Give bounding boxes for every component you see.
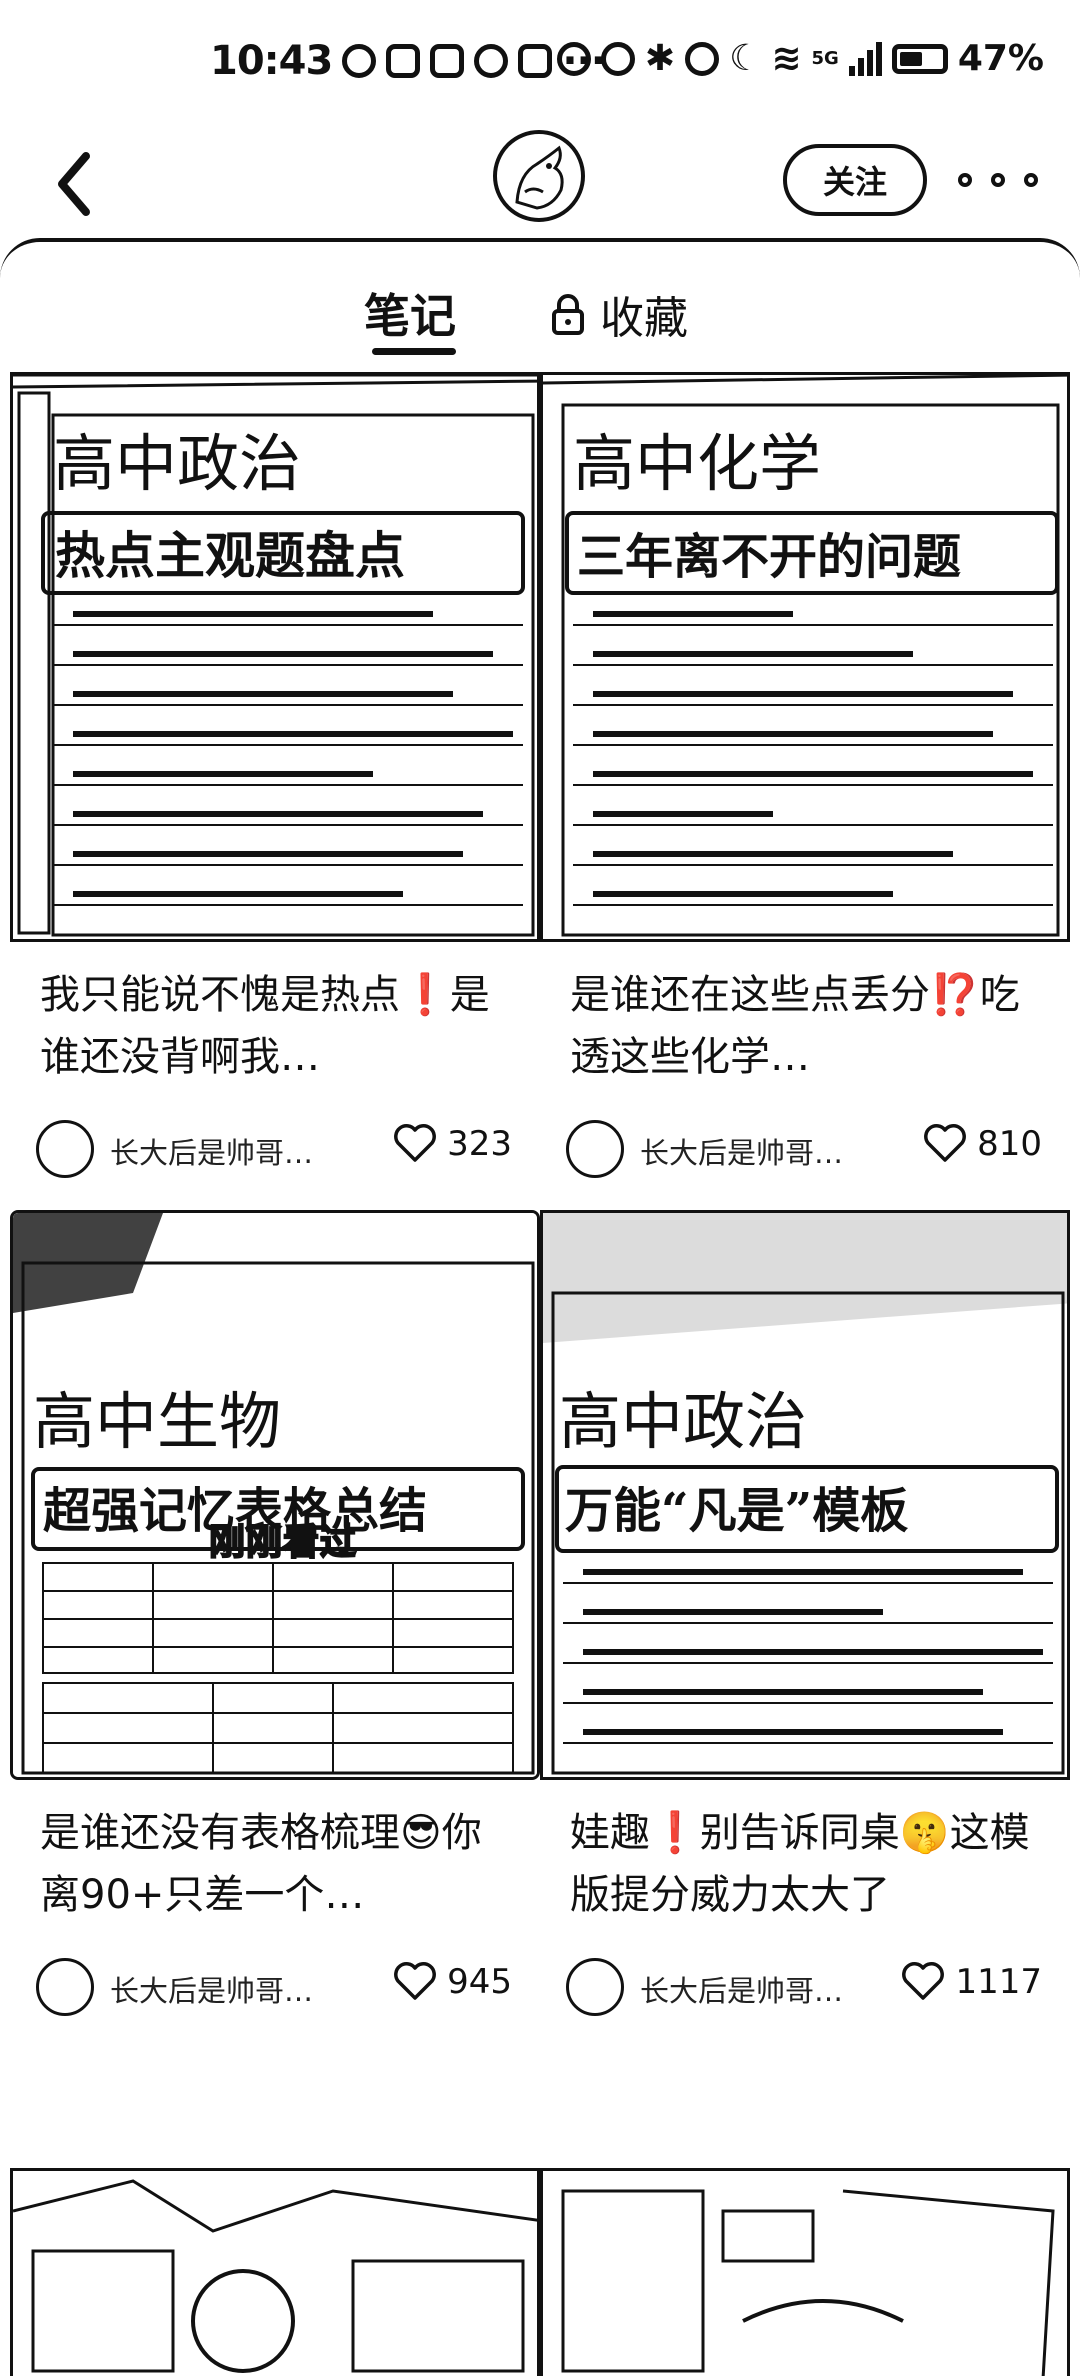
avatar[interactable] <box>493 130 585 222</box>
wifi-icon: ≋ <box>771 38 802 79</box>
note-thumbnail[interactable]: 高中政治 万能“凡是”模板 <box>540 1210 1070 1780</box>
bluetooth-icon: ✱ <box>644 38 676 79</box>
heart-icon <box>902 1962 945 2000</box>
profile-tabs: 笔记 收藏 <box>0 270 1080 360</box>
author-avatar[interactable] <box>36 1958 94 2016</box>
note-thumbnail[interactable]: 高中生物 超强记忆表格总结 刚刚看过 <box>10 1210 540 1780</box>
dot-icon <box>958 173 972 187</box>
note-cover-image: 高中政治 热点主观题盘点 <box>13 375 537 939</box>
author-avatar[interactable] <box>566 1958 624 2016</box>
note-cover-image <box>13 2171 537 2376</box>
note-title[interactable]: 是谁还没有表格梳理😎你离90+只差一个… <box>40 1802 518 1926</box>
top-nav: 关注 <box>0 130 1080 240</box>
eye-icon <box>556 41 591 76</box>
note-cover-image: 高中生物 超强记忆表格总结 <box>13 1213 537 1777</box>
app-notification-icon <box>430 44 465 78</box>
status-time: 10:43 <box>210 38 333 84</box>
battery-icon <box>891 43 948 74</box>
author-name[interactable]: 长大后是帅哥… <box>640 1130 843 1172</box>
tab-collections-label: 收藏 <box>600 293 688 344</box>
note-meta: 长大后是帅哥… 323 <box>10 1114 540 1184</box>
thumb-heading: 高中政治 <box>53 427 301 500</box>
note-thumbnail[interactable] <box>10 2168 540 2376</box>
status-bar: 10:43 ··· ✱ ☾ ≋ 5G 47% <box>0 0 1080 130</box>
note-card[interactable] <box>540 2168 1070 2376</box>
app-notification-icon <box>474 44 509 78</box>
notification-icon <box>342 44 377 78</box>
like-button[interactable]: 1117 <box>901 1962 1042 2002</box>
tab-active-indicator <box>372 348 456 355</box>
avatar-image <box>515 145 564 210</box>
note-title[interactable]: 我只能说不愧是热点❗是谁还没背啊我… <box>40 964 518 1088</box>
location-icon <box>685 41 720 76</box>
thumb-subheading: 万能“凡是”模板 <box>565 1483 908 1539</box>
note-meta: 长大后是帅哥… 810 <box>540 1114 1070 1184</box>
note-thumbnail[interactable] <box>540 2168 1070 2376</box>
heart-icon <box>394 1124 437 1162</box>
thumb-heading: 高中生物 <box>33 1385 281 1458</box>
like-button[interactable]: 945 <box>393 1962 512 2002</box>
dot-icon <box>991 173 1005 187</box>
note-meta: 长大后是帅哥… 1117 <box>540 1952 1070 2022</box>
note-cover-image <box>543 2171 1067 2376</box>
recently-viewed-label: 刚刚看过 <box>208 1521 358 1564</box>
heart-icon <box>394 1962 437 2000</box>
like-count: 1117 <box>955 1962 1042 2002</box>
chevron-left-icon <box>58 152 90 216</box>
thumb-subheading: 热点主观题盘点 <box>55 526 405 585</box>
moon-icon: ☾ <box>729 38 762 79</box>
tab-collections[interactable]: 收藏 <box>550 282 688 346</box>
like-count: 945 <box>447 1962 512 2002</box>
alarm-icon <box>600 41 635 76</box>
back-button[interactable] <box>40 144 110 224</box>
like-button[interactable]: 323 <box>393 1124 512 1164</box>
network-type: 5G <box>811 48 839 69</box>
note-cover-image: 高中化学 三年离不开的问题 <box>543 375 1067 939</box>
note-card[interactable]: 高中政治 热点主观题盘点 我只能说不愧是热点❗是谁还没背啊我… 长大后是帅哥… <box>10 372 540 1184</box>
heart-icon <box>924 1124 967 1162</box>
app-notification-icon <box>386 44 421 78</box>
tab-notes[interactable]: 笔记 <box>364 280 456 346</box>
status-right: ✱ ☾ ≋ 5G 47% <box>556 38 1044 79</box>
author-name[interactable]: 长大后是帅哥… <box>110 1968 313 2010</box>
signal-icon <box>848 41 882 76</box>
note-thumbnail[interactable]: 高中政治 热点主观题盘点 <box>10 372 540 942</box>
note-card[interactable]: 高中生物 超强记忆表格总结 刚刚看过 是谁还没有表格梳理😎你离90+只差一个… … <box>10 1210 540 2022</box>
note-thumbnail[interactable]: 高中化学 三年离不开的问题 <box>540 372 1070 942</box>
author-avatar[interactable] <box>36 1120 94 1178</box>
note-title[interactable]: 是谁还在这些点丢分⁉️吃透这些化学… <box>570 964 1048 1088</box>
note-cover-image: 高中政治 万能“凡是”模板 <box>543 1213 1067 1777</box>
note-card[interactable] <box>10 2168 540 2376</box>
more-options-button[interactable] <box>958 160 1038 200</box>
thumb-heading: 高中化学 <box>573 427 821 500</box>
note-meta: 长大后是帅哥… 945 <box>10 1952 540 2022</box>
app-notification-icon <box>518 44 553 78</box>
note-title[interactable]: 娃趣❗别告诉同桌🤫这模版提分威力太大了 <box>570 1802 1048 1926</box>
note-card[interactable]: 高中政治 万能“凡是”模板 娃趣❗别告诉同桌🤫这模版提分威力太大了 长大后是帅哥… <box>540 1210 1070 2022</box>
follow-button[interactable]: 关注 <box>783 144 927 216</box>
status-left: 10:43 ··· <box>210 38 606 84</box>
lock-icon <box>552 294 584 335</box>
like-count: 810 <box>977 1124 1042 1164</box>
author-name[interactable]: 长大后是帅哥… <box>110 1130 313 1172</box>
like-button[interactable]: 810 <box>923 1124 1042 1164</box>
like-count: 323 <box>447 1124 512 1164</box>
author-avatar[interactable] <box>566 1120 624 1178</box>
author-name[interactable]: 长大后是帅哥… <box>640 1968 843 2010</box>
note-card[interactable]: 高中化学 三年离不开的问题 是谁还在这些点丢分⁉️吃透这些化学… 长大后是帅哥… <box>540 372 1070 1184</box>
thumb-subheading: 三年离不开的问题 <box>577 529 961 585</box>
battery-percent: 47% <box>957 38 1044 79</box>
thumb-heading: 高中政治 <box>559 1385 807 1458</box>
dot-icon <box>1024 173 1038 187</box>
